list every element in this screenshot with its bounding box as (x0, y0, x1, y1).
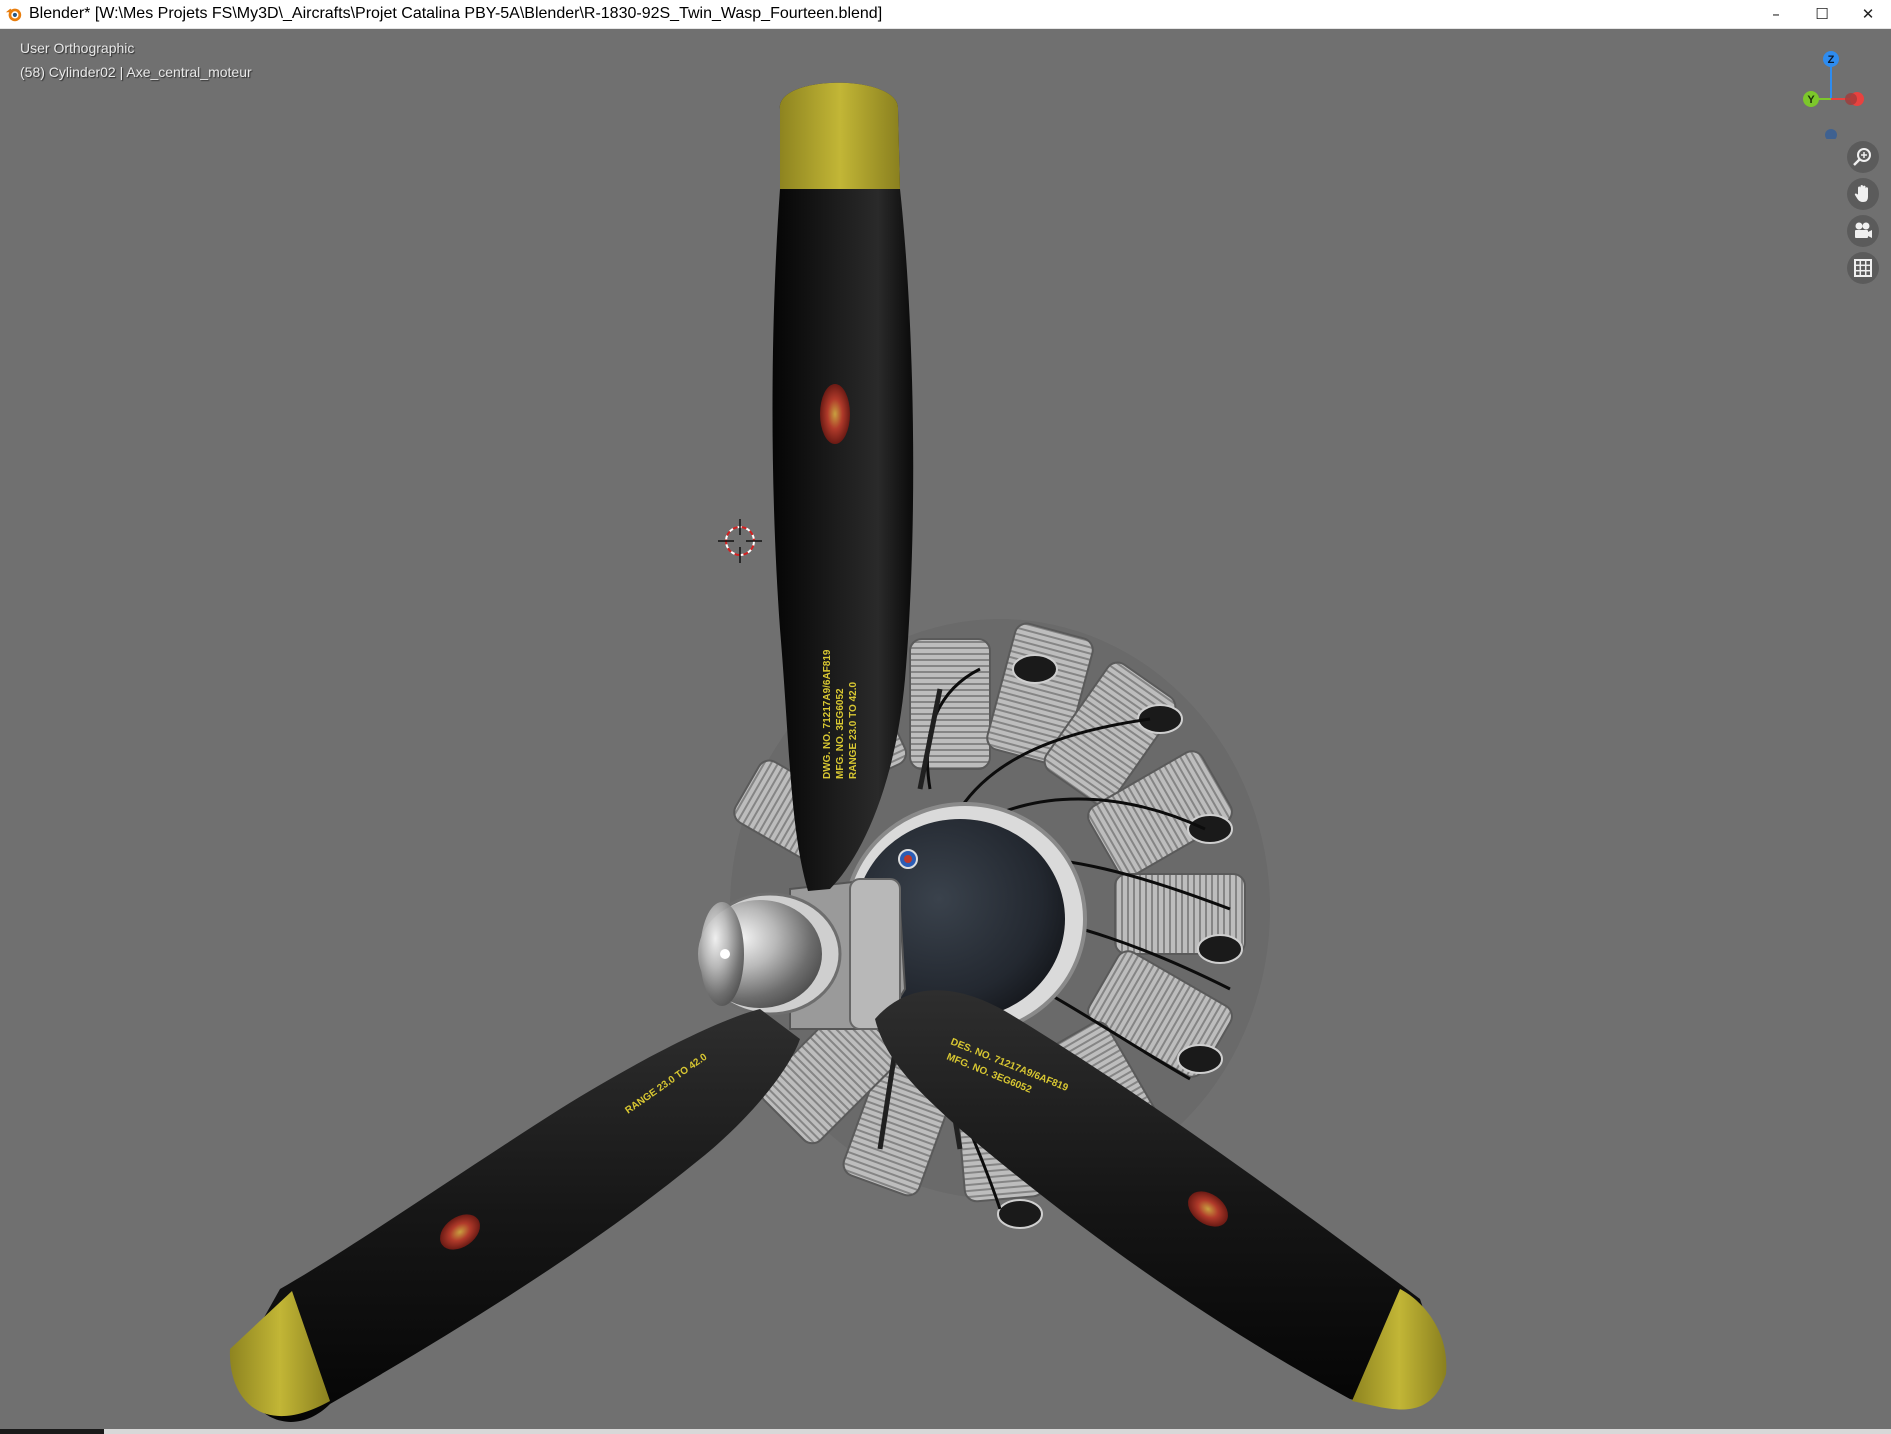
camera-icon (1855, 222, 1872, 238)
propeller-blade-left: RANGE 23.0 TO 42.0 (229, 1009, 800, 1422)
gizmo-y-label: Y (1807, 94, 1815, 106)
gizmo-z-label: Z (1828, 54, 1835, 66)
3d-viewport[interactable]: DWG. NO. 71217A9/6AF819 MFG. NO. 3EG6052… (0, 29, 1891, 1429)
viewport-nav-tools (1847, 141, 1881, 289)
blade-text-top-1: DWG. NO. 71217A9/6AF819 (822, 649, 833, 779)
window-title-bar[interactable]: Blender* [W:\Mes Projets FS\My3D\_Aircra… (0, 0, 1891, 29)
spinner-hub (698, 877, 907, 1030)
view-name: User Orthographic (20, 40, 135, 56)
active-object-label: (58) Cylinder02 | Axe_central_moteur (20, 64, 252, 80)
navigation-gizmo[interactable]: Z Y (1781, 39, 1871, 141)
zoom-button[interactable] (1847, 141, 1879, 173)
status-progress (0, 1429, 104, 1434)
window-controls: – ☐ ✕ (1753, 0, 1891, 28)
blender-logo-icon (5, 8, 22, 22)
blade-text-top-3: RANGE 23.0 TO 42.0 (848, 681, 859, 779)
viewport-scene: DWG. NO. 71217A9/6AF819 MFG. NO. 3EG6052… (229, 82, 1447, 1422)
minimize-button[interactable]: – (1753, 0, 1799, 28)
status-strip (0, 1429, 1891, 1434)
hand-pan-icon (1854, 185, 1868, 202)
camera-view-button[interactable] (1847, 215, 1879, 247)
window-title: Blender* [W:\Mes Projets FS\My3D\_Aircra… (29, 5, 883, 22)
3d-cursor-icon[interactable] (718, 519, 762, 563)
ortho-toggle-button[interactable] (1847, 252, 1879, 284)
zoom-icon (1853, 148, 1871, 166)
blade-text-top-2: MFG. NO. 3EG6052 (835, 688, 846, 779)
pan-button[interactable] (1847, 178, 1879, 210)
close-button[interactable]: ✕ (1845, 0, 1891, 28)
grid-ortho-icon (1854, 259, 1872, 277)
maximize-button[interactable]: ☐ (1799, 0, 1845, 28)
